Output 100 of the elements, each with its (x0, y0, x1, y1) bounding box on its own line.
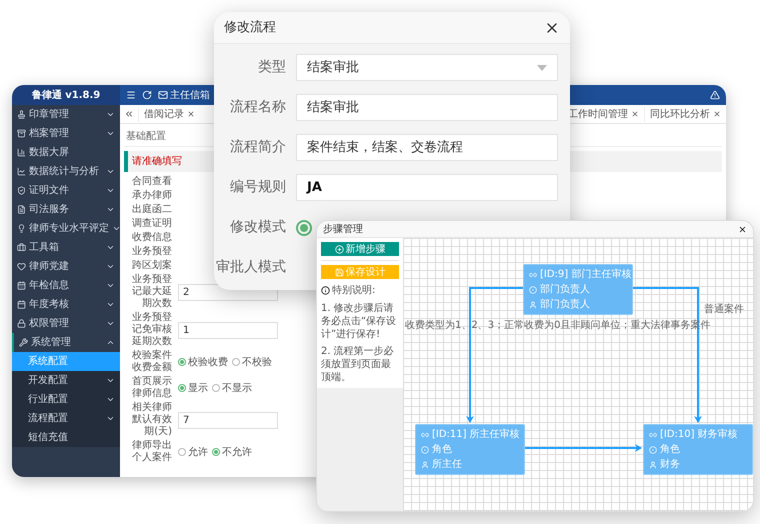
sidebar-subitem[interactable]: 短信充值 (12, 428, 120, 447)
radio-option[interactable]: 校验收费 (178, 354, 228, 370)
sidebar-item[interactable]: 律师专业水平评定 (12, 219, 120, 238)
field-label: 承办律师 (131, 190, 172, 202)
field-label: 业务预登记最大延期次数 (131, 274, 172, 310)
node-text: 角色 (660, 443, 680, 457)
link-icon (529, 270, 537, 278)
page-tab[interactable]: 同比环比分析 (644, 106, 726, 122)
target-icon (649, 446, 657, 454)
page-tab[interactable]: 借阅记录 (138, 106, 200, 122)
mail-icon (158, 90, 168, 100)
field-label: 类型 (257, 58, 286, 77)
note-text: 1. 修改步骤后请务必点击“保存设计”进行保存! (321, 302, 398, 341)
sidebar-subitem[interactable]: 行业配置 (12, 390, 120, 409)
close-icon[interactable] (187, 110, 195, 118)
sidebar-item[interactable]: 印章管理 (12, 105, 120, 124)
field-label: 校验案件收费金额 (131, 350, 172, 374)
radio-option[interactable]: 允许 (178, 444, 208, 460)
archive-icon (17, 129, 26, 138)
shield-icon (17, 186, 26, 195)
mailbox-link[interactable]: 主任信箱 (158, 88, 210, 102)
sidebar-item[interactable]: 工具箱 (12, 238, 120, 257)
sidebar-item[interactable]: 年度考核 (12, 295, 120, 314)
node-text: 所主任 (432, 458, 462, 472)
lock-icon (17, 319, 26, 328)
field-label: 跨区划案 (131, 260, 172, 272)
sidebar-item[interactable]: 权限管理 (12, 314, 120, 333)
connector-label: 普通案件 (704, 302, 744, 317)
line-chart-icon (17, 167, 26, 176)
radio-option[interactable]: 不允许 (212, 444, 252, 460)
field-label: 业务预登记免审核延期次数 (131, 312, 172, 348)
node-text: [ID:9] 部门主任审核 (540, 268, 632, 282)
input-field[interactable]: 结案审批 (296, 94, 558, 121)
sidebar-item[interactable]: 数据大屏 (12, 143, 120, 162)
field-label: 修改模式 (229, 218, 286, 237)
field-label: 编号规则 (229, 178, 286, 197)
user-icon (529, 300, 537, 308)
node-text: [ID:11] 所主任审核 (432, 428, 520, 442)
link-icon (421, 430, 429, 438)
dialog-title: 修改流程 (224, 18, 276, 37)
note-title: 特别说明: (332, 284, 376, 298)
menu-icon[interactable] (126, 90, 136, 100)
field-label: 出庭函二 (131, 204, 172, 216)
field-label: 流程名称 (229, 98, 286, 117)
sidebar-subitem[interactable]: 开发配置 (12, 371, 120, 390)
field-label: 律师导出个人案件 (131, 440, 172, 464)
field-label: 首页展示律师信息 (131, 376, 172, 400)
field-label: 相关律师默认有效期(天) (131, 402, 172, 438)
field-label: 业务预登 (131, 246, 172, 258)
link-icon (649, 430, 657, 438)
user-icon (421, 460, 429, 468)
lightbulb-icon (17, 224, 26, 233)
save-icon (334, 268, 344, 276)
close-icon[interactable] (738, 224, 747, 234)
document-icon (17, 205, 26, 214)
sidebar-item[interactable]: 律师党建 (12, 257, 120, 276)
field-label: 收费信息 (131, 232, 172, 244)
info-icon (321, 286, 330, 295)
field-label: 调查证明 (131, 218, 172, 230)
scroll-left-icon[interactable] (124, 109, 134, 119)
node-text: 部门负责人 (540, 282, 590, 297)
radio-option[interactable]: 不校验 (232, 354, 272, 370)
input-field[interactable]: 案件结束，结案、交卷流程 (296, 134, 558, 161)
refresh-icon[interactable] (142, 90, 152, 100)
close-icon[interactable] (713, 110, 721, 118)
sidebar-item[interactable]: 档案管理 (12, 124, 120, 143)
node-text: 角色 (432, 443, 452, 457)
sidebar-item[interactable]: 年检信息 (12, 276, 120, 295)
node-text: 财务 (660, 458, 680, 472)
radio-option[interactable]: 显示 (178, 380, 208, 396)
window-title: 步骤管理 (323, 222, 363, 236)
target-icon (421, 446, 429, 454)
heart-icon (17, 262, 26, 271)
note-text: 2. 流程第一步必须放置到页面最顶端。 (321, 345, 395, 384)
plus-icon (334, 244, 344, 254)
calendar-icon (17, 300, 26, 309)
field-label: 审批人模式 (215, 258, 286, 277)
bar-chart-icon (17, 148, 26, 157)
radio-button[interactable] (296, 220, 312, 236)
app-title: 鲁律通 v1.8.9 (12, 85, 120, 105)
dropdown-caret-icon (537, 64, 547, 70)
input-field[interactable]: 7 (178, 412, 278, 428)
sidebar-item[interactable]: 司法服务 (12, 200, 120, 219)
briefcase-icon (17, 243, 26, 252)
sidebar-subitem[interactable]: 流程配置 (12, 409, 120, 428)
node-text: [ID:10] 财务审核 (660, 428, 738, 442)
config-tab[interactable]: 基础配置 (124, 127, 168, 146)
close-icon[interactable] (631, 110, 639, 118)
sidebar-item[interactable]: 数据统计与分析 (12, 162, 120, 181)
user-icon (649, 460, 657, 468)
select-field[interactable]: 结案审批 (296, 54, 558, 81)
sidebar-item[interactable]: 证明文件 (12, 181, 120, 200)
radio-option[interactable]: 不显示 (212, 380, 252, 396)
warning-icon[interactable] (710, 90, 720, 100)
add-step-button[interactable]: 新增步骤 (321, 242, 399, 256)
target-icon (529, 286, 537, 294)
input-field[interactable]: 1 (178, 322, 278, 338)
calendar-icon (17, 281, 26, 290)
input-field[interactable]: JA (296, 174, 558, 201)
stamp-icon (17, 110, 26, 119)
